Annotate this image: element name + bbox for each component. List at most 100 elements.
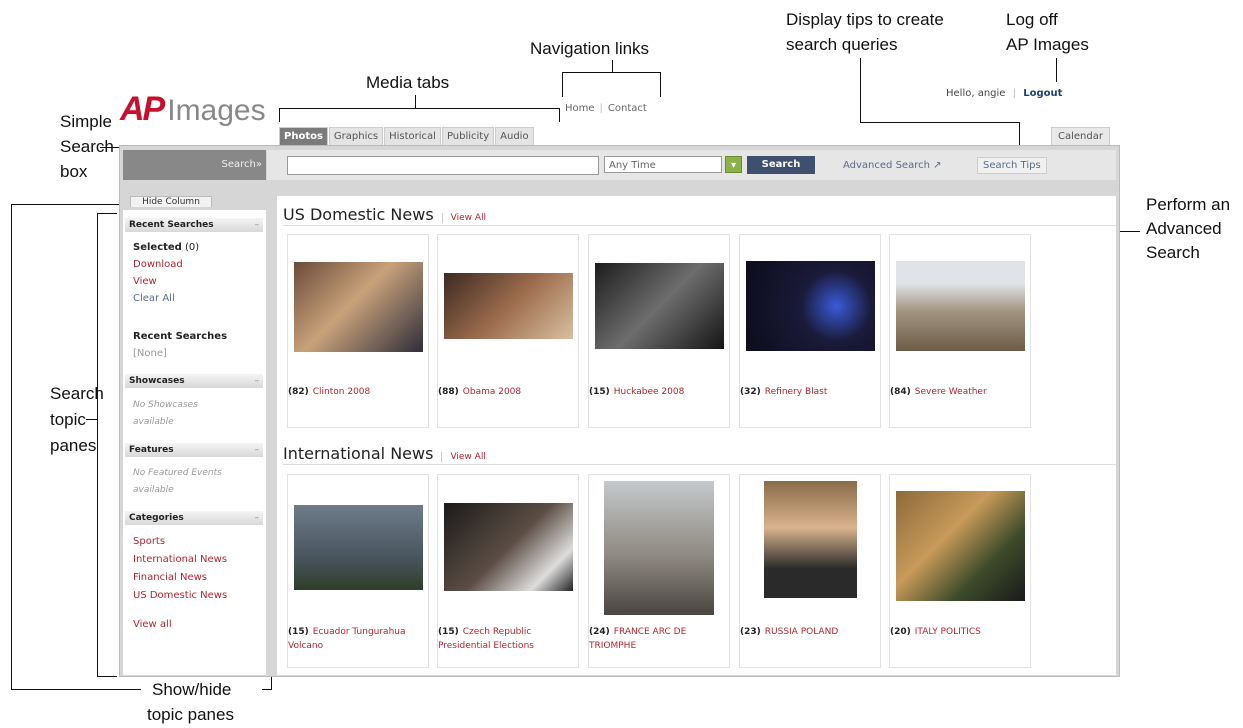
callout-line <box>415 95 416 108</box>
categories-view-all[interactable]: View all <box>133 616 172 633</box>
collapse-handle[interactable] <box>266 210 276 675</box>
photo-thumbnail[interactable] <box>764 481 857 598</box>
photo-thumbnail[interactable] <box>444 273 573 339</box>
photo-card[interactable]: (32) Refinery Blast <box>739 234 881 428</box>
download-link[interactable]: Download <box>133 256 183 273</box>
photo-caption: (24) FRANCE ARC DE TRIOMPHE <box>589 625 729 653</box>
search-tips-button[interactable]: Search Tips <box>977 157 1047 174</box>
photo-thumbnail[interactable] <box>294 505 423 590</box>
section-title-us-domestic: US Domestic News View All <box>283 205 487 224</box>
user-greeting: Hello, angie | Logout <box>946 88 1063 99</box>
annotation-show-hide-2: topic panes <box>147 705 234 724</box>
photo-topic-link[interactable]: Refinery Blast <box>765 387 828 397</box>
collapse-icon[interactable]: – <box>255 443 260 457</box>
ap-images-logo[interactable]: AP Images <box>120 90 266 128</box>
search-input[interactable] <box>287 156 599 175</box>
collapse-icon[interactable]: – <box>255 511 260 525</box>
home-link[interactable]: Home <box>565 103 595 114</box>
collapse-icon[interactable]: – <box>255 218 260 232</box>
annotation-perform-advanced-3: Search <box>1146 243 1200 262</box>
photo-card[interactable]: (84) Severe Weather <box>889 234 1031 428</box>
section-title: International News <box>283 444 434 463</box>
category-us-domestic-news[interactable]: US Domestic News <box>133 587 227 604</box>
pane-header-label: Recent Searches <box>129 220 214 230</box>
tab-graphics[interactable]: Graphics <box>328 127 384 145</box>
category-sports[interactable]: Sports <box>133 533 165 550</box>
photo-card[interactable]: (82) Clinton 2008 <box>287 234 429 428</box>
advanced-search-link[interactable]: Advanced Search ↗ <box>843 160 942 171</box>
features-empty-2: available <box>133 485 174 495</box>
tab-audio[interactable]: Audio <box>495 127 534 145</box>
callout-line <box>11 204 12 689</box>
photo-card[interactable]: (88) Obama 2008 <box>437 234 579 428</box>
photo-topic-link[interactable]: Severe Weather <box>915 387 987 397</box>
pane-header-label: Showcases <box>129 376 185 386</box>
photo-topic-link[interactable]: Clinton 2008 <box>313 387 371 397</box>
photo-card[interactable]: (15) Huckabee 2008 <box>588 234 730 428</box>
photo-card[interactable]: (24) FRANCE ARC DE TRIOMPHE <box>588 474 730 668</box>
logo-ap: AP <box>120 90 165 128</box>
callout-line <box>860 122 1020 123</box>
tab-publicity[interactable]: Publicity <box>441 127 495 145</box>
photo-topic-link[interactable]: Huckabee 2008 <box>614 387 685 397</box>
callout-line <box>279 108 560 109</box>
tab-calendar[interactable]: Calendar <box>1051 127 1110 145</box>
contact-link[interactable]: Contact <box>608 103 647 114</box>
annotation-simple-search-3: box <box>60 162 88 181</box>
recent-searches-none: [None] <box>133 348 167 359</box>
pane-header-label: Categories <box>129 513 184 523</box>
photo-count: (23) <box>740 627 761 637</box>
photo-thumbnail[interactable] <box>896 491 1025 601</box>
showcases-empty-1: No Showcases <box>133 400 198 410</box>
callout-line <box>562 72 661 73</box>
category-financial-news[interactable]: Financial News <box>133 569 207 586</box>
photo-thumbnail[interactable] <box>604 481 714 615</box>
photo-thumbnail[interactable] <box>294 262 423 352</box>
category-international-news[interactable]: International News <box>133 551 227 568</box>
photo-thumbnail[interactable] <box>595 263 724 349</box>
pane-header-features[interactable]: Features – <box>125 443 263 457</box>
tab-historical[interactable]: Historical <box>384 127 441 145</box>
photo-thumbnail[interactable] <box>896 261 1025 351</box>
callout-line <box>1056 58 1057 82</box>
search-button[interactable]: Search <box>747 156 815 174</box>
view-all-link[interactable]: View All <box>441 452 486 462</box>
hello-text: Hello, angie <box>946 88 1006 99</box>
collapse-icon[interactable]: – <box>255 374 260 388</box>
annotation-display-tips-1: Display tips to create <box>786 10 944 29</box>
photo-count: (15) <box>288 627 309 637</box>
callout-line <box>11 689 141 690</box>
view-link[interactable]: View <box>133 273 157 290</box>
view-all-link[interactable]: View All <box>441 213 487 223</box>
section-divider <box>283 225 1116 226</box>
time-select[interactable]: Any Time <box>604 156 722 173</box>
photo-card[interactable]: (23) RUSSIA POLAND <box>739 474 881 668</box>
callout-line <box>860 58 861 122</box>
photo-topic-link[interactable]: ITALY POLITICS <box>915 627 981 637</box>
photo-count: (82) <box>288 387 309 397</box>
photo-thumbnail[interactable] <box>444 503 573 591</box>
pane-header-showcases[interactable]: Showcases – <box>125 374 263 388</box>
annotation-perform-advanced-2: Advanced <box>1146 219 1222 238</box>
tab-photos[interactable]: Photos <box>279 127 328 145</box>
photo-caption: (20) ITALY POLITICS <box>890 625 1030 639</box>
photo-card[interactable]: (15) Ecuador Tungurahua Volcano <box>287 474 429 668</box>
annotation-navigation-links: Navigation links <box>530 39 650 58</box>
pane-header-recent-searches[interactable]: Recent Searches – <box>125 218 263 232</box>
photo-topic-link[interactable]: Obama 2008 <box>463 387 521 397</box>
pane-header-categories[interactable]: Categories – <box>125 511 263 525</box>
annotation-show-hide-1: Show/hide <box>152 680 232 699</box>
photo-card[interactable]: (20) ITALY POLITICS <box>889 474 1031 668</box>
annotation-log-off-1: Log off <box>1006 10 1058 29</box>
chevron-down-icon[interactable]: ▾ <box>725 156 742 173</box>
hide-column-button[interactable]: Hide Column <box>130 196 212 207</box>
photo-card[interactable]: (15) Czech Republic Presidential Election… <box>437 474 579 668</box>
photo-thumbnail[interactable] <box>746 261 875 351</box>
photo-caption: (15) Czech Republic Presidential Election… <box>438 625 578 653</box>
photo-count: (84) <box>890 387 911 397</box>
logo-images: Images <box>167 94 266 127</box>
logout-link[interactable]: Logout <box>1023 88 1062 99</box>
clear-all-link[interactable]: Clear All <box>133 290 175 307</box>
photo-topic-link[interactable]: RUSSIA POLAND <box>765 627 839 637</box>
callout-line <box>562 72 563 97</box>
